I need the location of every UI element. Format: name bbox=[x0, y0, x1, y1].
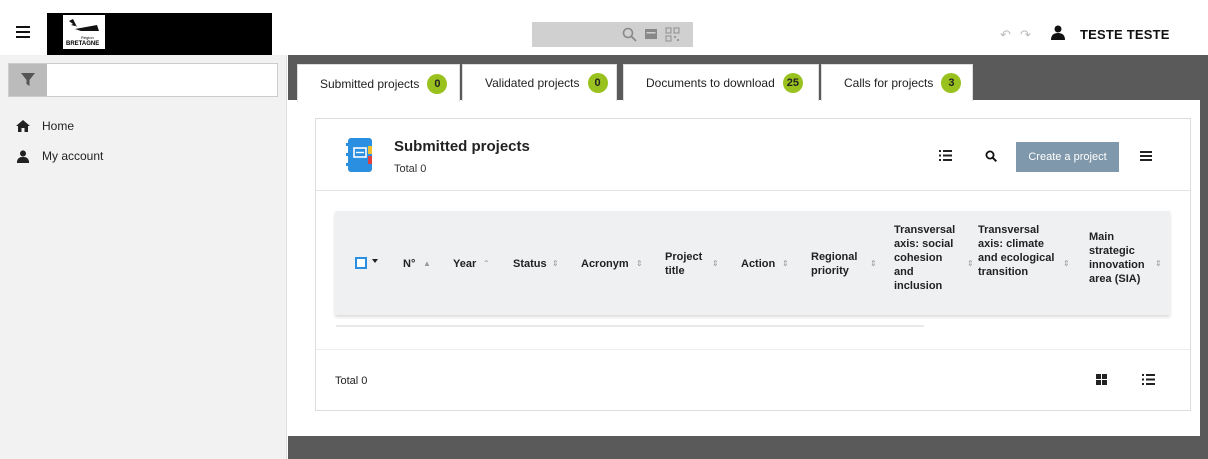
sort-icon[interactable]: ⇕ bbox=[967, 259, 974, 268]
column-header-status[interactable]: Status bbox=[513, 257, 547, 271]
global-search-box[interactable] bbox=[532, 22, 693, 47]
search-icon[interactable] bbox=[622, 27, 637, 42]
main-area: Submitted projects 0 Validated projects … bbox=[288, 55, 1208, 459]
table-header: N° ▲︎ Year ⌃ Status ⇕ Acronym ⇕ Project … bbox=[335, 211, 1170, 315]
chevron-down-icon[interactable] bbox=[372, 259, 378, 263]
top-bar: Région BRETAGNE ↶ ↷ TESTE TESTE bbox=[0, 0, 1208, 55]
qr-icon[interactable] bbox=[665, 27, 680, 42]
tab-documents-to-download[interactable]: Documents to download 25 bbox=[623, 64, 819, 101]
panel-total: Total 0 bbox=[394, 163, 427, 175]
logo-area: Région BRETAGNE bbox=[47, 13, 272, 55]
ermine-logo-icon bbox=[69, 19, 99, 31]
list-view-icon[interactable] bbox=[939, 150, 952, 161]
tab-count-badge: 25 bbox=[782, 73, 803, 93]
sort-icon[interactable]: ⇕ bbox=[552, 259, 559, 268]
sidebar-item-label: My account bbox=[42, 149, 104, 163]
home-icon bbox=[16, 120, 30, 132]
sidebar-item-my-account[interactable]: My account bbox=[16, 148, 103, 164]
sidebar: Home My account bbox=[0, 55, 287, 459]
sort-icon[interactable]: ⇕ bbox=[870, 259, 877, 268]
tab-count-badge: 0 bbox=[427, 73, 448, 94]
create-project-button[interactable]: Create a project bbox=[1016, 142, 1119, 172]
column-header-project-title[interactable]: Project title bbox=[665, 250, 709, 278]
sort-ascending-icon[interactable]: ⌃ bbox=[483, 259, 490, 268]
grid-view-icon[interactable] bbox=[1096, 374, 1107, 385]
tab-count-badge: 3 bbox=[941, 73, 962, 93]
tab-submitted-projects[interactable]: Submitted projects 0 bbox=[297, 64, 460, 102]
list-view-icon[interactable] bbox=[1142, 374, 1155, 385]
footer-total: Total 0 bbox=[335, 375, 368, 387]
panel-footer: Total 0 bbox=[316, 349, 1190, 411]
sort-icon[interactable]: ⇕ bbox=[712, 259, 719, 268]
sort-icon[interactable]: ⇕ bbox=[636, 259, 643, 268]
user-icon bbox=[16, 149, 30, 163]
filter-icon bbox=[21, 73, 35, 86]
filter-input[interactable] bbox=[47, 64, 277, 96]
tab-validated-projects[interactable]: Validated projects 0 bbox=[462, 64, 617, 101]
tab-label: Documents to download bbox=[646, 76, 775, 90]
sort-icon[interactable]: ▲︎ bbox=[423, 259, 431, 268]
sort-icon[interactable]: ⇕ bbox=[782, 259, 789, 268]
select-all-checkbox[interactable] bbox=[355, 257, 367, 269]
panel-header: Submitted projects Total 0 Create a proj… bbox=[316, 119, 1190, 191]
tab-label: Calls for projects bbox=[844, 76, 934, 90]
column-header-year[interactable]: Year bbox=[453, 257, 476, 271]
region-logo[interactable]: Région BRETAGNE bbox=[63, 15, 105, 49]
table-loading-line bbox=[336, 325, 924, 327]
hamburger-icon[interactable] bbox=[16, 26, 30, 38]
search-icon[interactable] bbox=[985, 150, 997, 162]
logo-subtext: Région bbox=[81, 35, 94, 40]
undo-icon[interactable]: ↶ bbox=[1000, 27, 1011, 43]
column-header-social-cohesion[interactable]: Transversal axis: social cohesion and in… bbox=[894, 223, 964, 293]
submitted-projects-panel: Submitted projects Total 0 Create a proj… bbox=[315, 118, 1191, 411]
user-icon[interactable] bbox=[1051, 25, 1065, 40]
user-name[interactable]: TESTE TESTE bbox=[1080, 27, 1170, 42]
tab-count-badge: 0 bbox=[587, 73, 608, 93]
column-header-climate-transition[interactable]: Transversal axis: climate and ecological… bbox=[978, 223, 1060, 279]
menu-icon[interactable] bbox=[1140, 151, 1152, 161]
sidebar-item-home[interactable]: Home bbox=[16, 118, 74, 134]
column-header-action[interactable]: Action bbox=[741, 257, 775, 271]
column-header-regional-priority[interactable]: Regional priority bbox=[811, 250, 865, 278]
tab-label: Submitted projects bbox=[320, 76, 420, 91]
sidebar-filter bbox=[8, 63, 278, 97]
card-icon[interactable] bbox=[644, 27, 658, 41]
filter-button[interactable] bbox=[9, 64, 47, 96]
sort-icon[interactable]: ⇕ bbox=[1155, 259, 1162, 268]
tab-label: Validated projects bbox=[485, 76, 580, 90]
column-header-number[interactable]: N° bbox=[403, 257, 415, 271]
sidebar-item-label: Home bbox=[42, 119, 75, 133]
redo-icon[interactable]: ↷ bbox=[1020, 27, 1031, 43]
column-header-sia[interactable]: Main strategic innovation area (SIA) bbox=[1089, 230, 1151, 286]
logo-text: BRETAGNE bbox=[66, 41, 100, 47]
column-header-acronym[interactable]: Acronym bbox=[581, 257, 629, 271]
sort-icon[interactable]: ⇕ bbox=[1063, 259, 1070, 268]
notebook-icon bbox=[346, 138, 372, 172]
panel-title: Submitted projects bbox=[394, 138, 530, 155]
tab-calls-for-projects[interactable]: Calls for projects 3 bbox=[821, 64, 973, 101]
